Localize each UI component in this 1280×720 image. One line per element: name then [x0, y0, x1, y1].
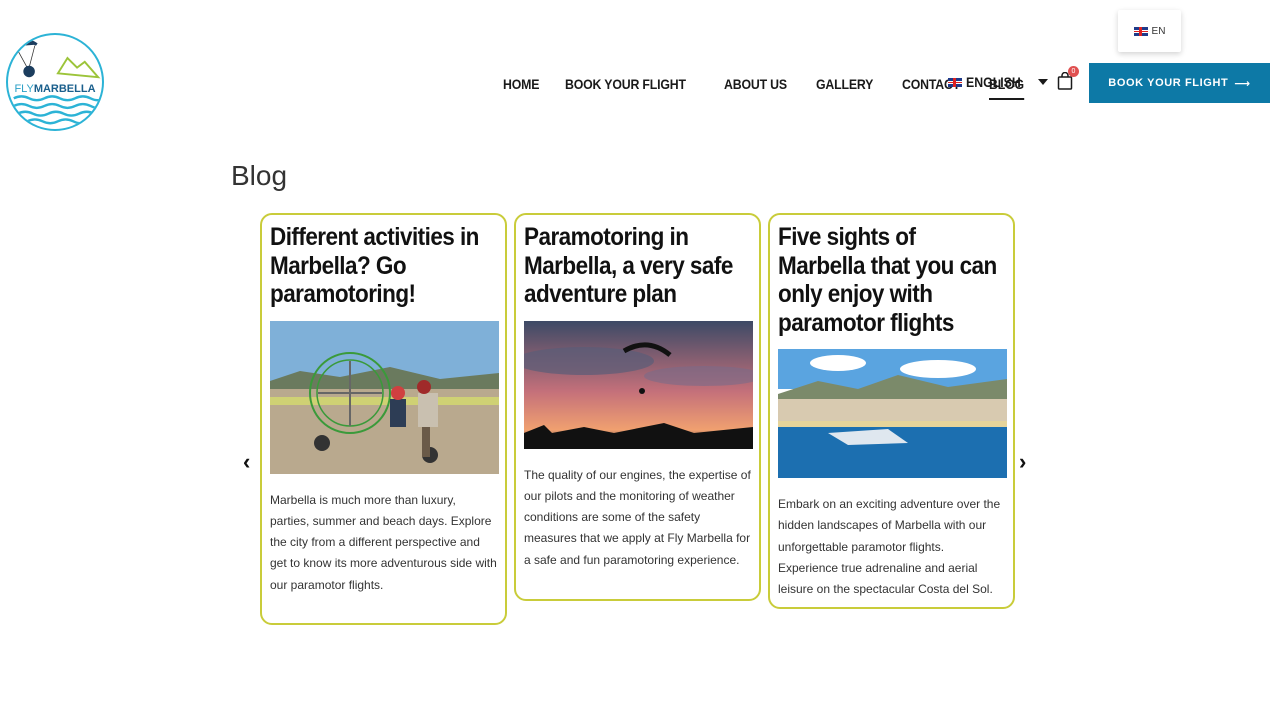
nav-about-us[interactable]: ABOUT US [724, 76, 787, 92]
blog-card-excerpt: Marbella is much more than luxury, parti… [270, 492, 497, 592]
nav-book-your-flight[interactable]: BOOK YOUR FLIGHT [565, 76, 686, 92]
carousel-next-button[interactable]: › [1019, 451, 1033, 473]
blog-card[interactable]: Different activities in Marbella? Go par… [260, 213, 507, 625]
blog-card-title[interactable]: Paramotoring in Marbella, a very safe ad… [524, 223, 749, 309]
blog-card[interactable]: Five sights of Marbella that you can onl… [768, 213, 1015, 609]
logo-graphic [10, 38, 102, 125]
blog-card-excerpt: The quality of our engines, the expertis… [524, 467, 751, 567]
paraglider-sunset-image[interactable] [524, 320, 753, 449]
chevron-down-icon [1038, 79, 1049, 85]
language-selector[interactable]: ENGLISH [948, 74, 1049, 90]
language-label: ENGLISH [966, 74, 1021, 90]
language-popup[interactable]: EN [1118, 10, 1181, 52]
language-popup-label: EN [1151, 25, 1166, 37]
nav-gallery[interactable]: GALLERY [816, 76, 873, 92]
blog-card-title[interactable]: Different activities in Marbella? Go par… [270, 223, 495, 309]
marbella-aerial-image[interactable] [778, 349, 1007, 478]
blog-card[interactable]: Paramotoring in Marbella, a very safe ad… [514, 213, 761, 601]
logo-text-fly: FLY [14, 83, 34, 95]
carousel-prev-button[interactable]: ‹ [243, 451, 257, 473]
arrow-right-icon: ⟶ [1234, 77, 1251, 90]
site-logo[interactable]: FLYMARBELLA [6, 33, 104, 131]
nav-home[interactable]: HOME [503, 76, 539, 92]
page-title: Blog [231, 160, 288, 191]
uk-flag-icon [948, 77, 962, 87]
paramotor-trike-image[interactable] [270, 320, 499, 474]
cart-count-badge: 0 [1068, 66, 1079, 77]
logo-text: FLYMARBELLA [8, 83, 102, 95]
cta-label: BOOK YOUR FLIGHT [1108, 77, 1229, 89]
blog-card-title[interactable]: Five sights of Marbella that you can onl… [778, 223, 1003, 337]
logo-text-marbella: MARBELLA [33, 83, 96, 95]
blog-card-excerpt: Embark on an exciting adventure over the… [778, 497, 1001, 597]
uk-flag-icon [1133, 26, 1148, 36]
book-your-flight-button[interactable]: BOOK YOUR FLIGHT ⟶ [1089, 63, 1270, 103]
